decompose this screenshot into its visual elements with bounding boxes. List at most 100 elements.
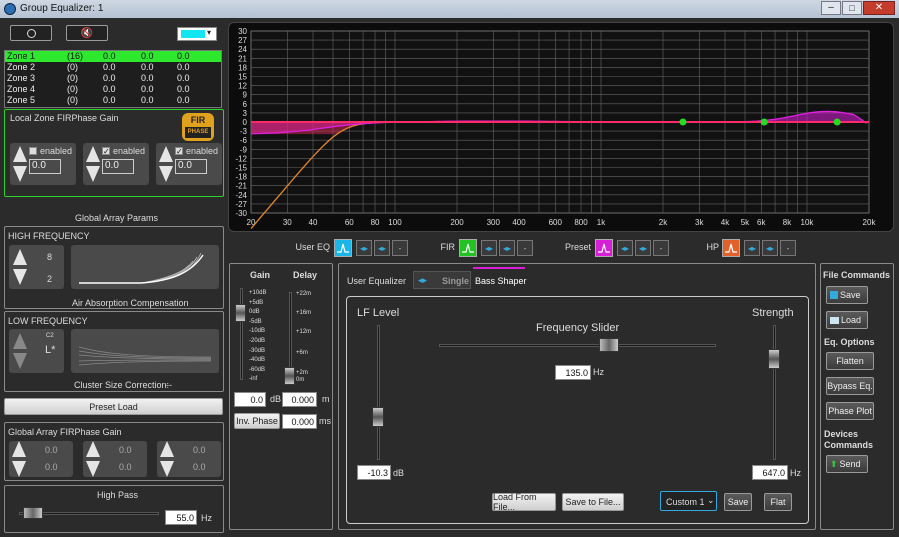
gain-fader-track[interactable] — [240, 288, 243, 380]
minus-button[interactable]: - — [517, 240, 533, 256]
enabled-checkbox[interactable] — [29, 147, 37, 155]
up-arrow-icon[interactable] — [12, 441, 26, 457]
prev-next-button[interactable]: ◂▸ — [499, 240, 515, 256]
zone-cell: 0.0 — [141, 62, 154, 72]
low-freq-spinner[interactable]: C2 L* — [9, 329, 64, 373]
inv-phase-button[interactable]: Inv. Phase — [234, 413, 280, 429]
down-arrow-icon[interactable] — [13, 353, 27, 369]
file-save-button[interactable]: Save — [826, 286, 868, 304]
down-arrow-icon[interactable] — [13, 269, 27, 285]
zone-cell: Zone 5 — [7, 95, 36, 105]
eq-point — [679, 118, 687, 126]
strength-thumb[interactable] — [768, 349, 780, 369]
up-arrow-icon[interactable] — [159, 146, 173, 162]
window-title: Group Equalizer: 1 — [20, 3, 104, 14]
down-arrow-icon[interactable] — [86, 166, 100, 182]
prev-next-button[interactable]: ◂▸ — [374, 240, 390, 256]
x-tick-label: 30 — [283, 218, 292, 227]
high-pass-thumb[interactable] — [23, 507, 43, 519]
lf-input[interactable]: -10.3 — [357, 465, 391, 480]
minus-button[interactable]: - — [780, 240, 796, 256]
tab-single[interactable]: ◂▸ Single — [413, 271, 471, 289]
prev-next-button[interactable]: ◂▸ — [744, 240, 760, 256]
gain-fader-thumb[interactable] — [235, 304, 246, 322]
down-arrow-icon[interactable] — [13, 166, 27, 182]
eq-selector-label: User EQ — [295, 242, 330, 252]
file-load-button[interactable]: Load — [826, 311, 868, 329]
send-button[interactable]: ⬆ Send — [826, 455, 868, 473]
up-arrow-icon[interactable] — [160, 441, 174, 457]
high-freq-spinner[interactable]: 8 2 — [9, 245, 64, 289]
y-tick-label: 21 — [238, 54, 247, 63]
up-arrow-icon[interactable] — [13, 333, 27, 349]
save-to-file-button[interactable]: Save to File... — [562, 493, 624, 511]
enabled-checkbox[interactable]: ✓ — [175, 147, 183, 156]
zone-row[interactable]: Zone 3 (0) 0.0 0.0 0.0 — [5, 73, 221, 84]
preset-select[interactable]: Custom 1 ⌄ — [660, 491, 717, 511]
minus-button[interactable]: - — [392, 240, 408, 256]
zone-cell: Zone 4 — [7, 84, 36, 94]
fir-value-input[interactable]: 0.0 — [102, 159, 134, 174]
tab-bass-shaper[interactable]: Bass Shaper — [473, 267, 527, 289]
minus-button[interactable]: - — [653, 240, 669, 256]
fir-value-input[interactable]: 0.0 — [175, 159, 207, 174]
prev-next-button[interactable]: ◂▸ — [617, 240, 633, 256]
freq-input[interactable]: 135.0 — [555, 365, 591, 380]
eq-graph[interactable]: 30 27 24 21 18 15 12 9 6 3 0 -3 -6 -9 -12 -15 -18 -21 -24-… — [228, 22, 894, 232]
down-arrow-icon[interactable] — [12, 461, 26, 477]
close-button[interactable]: ✕ — [863, 1, 895, 15]
eq-point — [760, 118, 768, 126]
mute-button[interactable]: 🔇 — [66, 25, 108, 41]
zone-row[interactable]: Zone 2 (0) 0.0 0.0 0.0 — [5, 62, 221, 73]
color-picker[interactable]: ▾ — [177, 27, 217, 41]
gain-input[interactable]: 0.0 — [234, 392, 266, 407]
enabled-checkbox[interactable]: ✓ — [102, 147, 110, 156]
delay-fader-thumb[interactable] — [284, 367, 295, 385]
devices-commands-title: Devices Commands — [824, 429, 874, 450]
down-arrow-icon[interactable] — [160, 461, 174, 477]
zone-row[interactable]: Zone 1 (16) 0.0 0.0 0.0 — [5, 51, 221, 62]
eq-toggle-button[interactable] — [595, 239, 613, 257]
zone-row[interactable]: Zone 4 (0) 0.0 0.0 0.0 — [5, 84, 221, 95]
prev-next-button[interactable]: ◂▸ — [762, 240, 778, 256]
down-arrow-icon[interactable] — [86, 461, 100, 477]
prev-next-button[interactable]: ◂▸ — [481, 240, 497, 256]
flat-button[interactable]: Flat — [764, 493, 792, 511]
up-arrow-icon[interactable] — [13, 146, 27, 162]
cluster-caption-value: -- — [166, 380, 172, 390]
eq-toggle-button[interactable] — [334, 239, 352, 257]
zone-row[interactable]: Zone 5 (0) 0.0 0.0 0.0 — [5, 95, 221, 106]
minimize-button[interactable]: – — [821, 1, 841, 15]
up-arrow-icon[interactable] — [86, 146, 100, 162]
enabled-label: enabled — [40, 146, 73, 156]
phase-plot-button[interactable]: Phase Plot — [826, 402, 874, 420]
prev-next-button[interactable]: ◂▸ — [635, 240, 651, 256]
eq-toggle-button[interactable] — [459, 239, 477, 257]
eq-toggle-button[interactable] — [722, 239, 740, 257]
y-tick-label: 12 — [238, 82, 247, 91]
save-button[interactable]: Save — [724, 493, 752, 511]
frequency-track[interactable] — [439, 344, 716, 347]
zone-cell: (0) — [67, 62, 78, 72]
up-arrow-icon[interactable] — [13, 249, 27, 265]
down-arrow-icon[interactable] — [159, 166, 173, 182]
record-button[interactable] — [10, 25, 52, 41]
global-fir-value: 0.0 — [193, 445, 206, 455]
high-pass-input[interactable]: 55.0 — [165, 510, 197, 525]
bypass-eq-button[interactable]: Bypass Eq. — [826, 377, 874, 395]
prev-next-button[interactable]: ◂▸ — [356, 240, 372, 256]
lf-level-thumb[interactable] — [372, 407, 384, 427]
eq-selector-label: FIR — [440, 242, 456, 252]
strength-input[interactable]: 647.0 — [752, 465, 788, 480]
flatten-button[interactable]: Flatten — [826, 352, 874, 370]
load-from-file-button[interactable]: Load From File... — [492, 492, 556, 512]
maximize-button[interactable]: □ — [842, 1, 862, 15]
up-arrow-icon[interactable] — [86, 441, 100, 457]
frequency-thumb[interactable] — [599, 338, 619, 352]
preset-load-button[interactable]: Preset Load — [4, 398, 223, 415]
strength-track[interactable] — [773, 325, 776, 460]
delay-ms-input[interactable]: 0.000 — [282, 414, 317, 429]
delay-m-input[interactable]: 0.000 — [282, 392, 317, 407]
lf-level-track[interactable] — [377, 325, 380, 460]
fir-value-input[interactable]: 0.0 — [29, 159, 61, 174]
